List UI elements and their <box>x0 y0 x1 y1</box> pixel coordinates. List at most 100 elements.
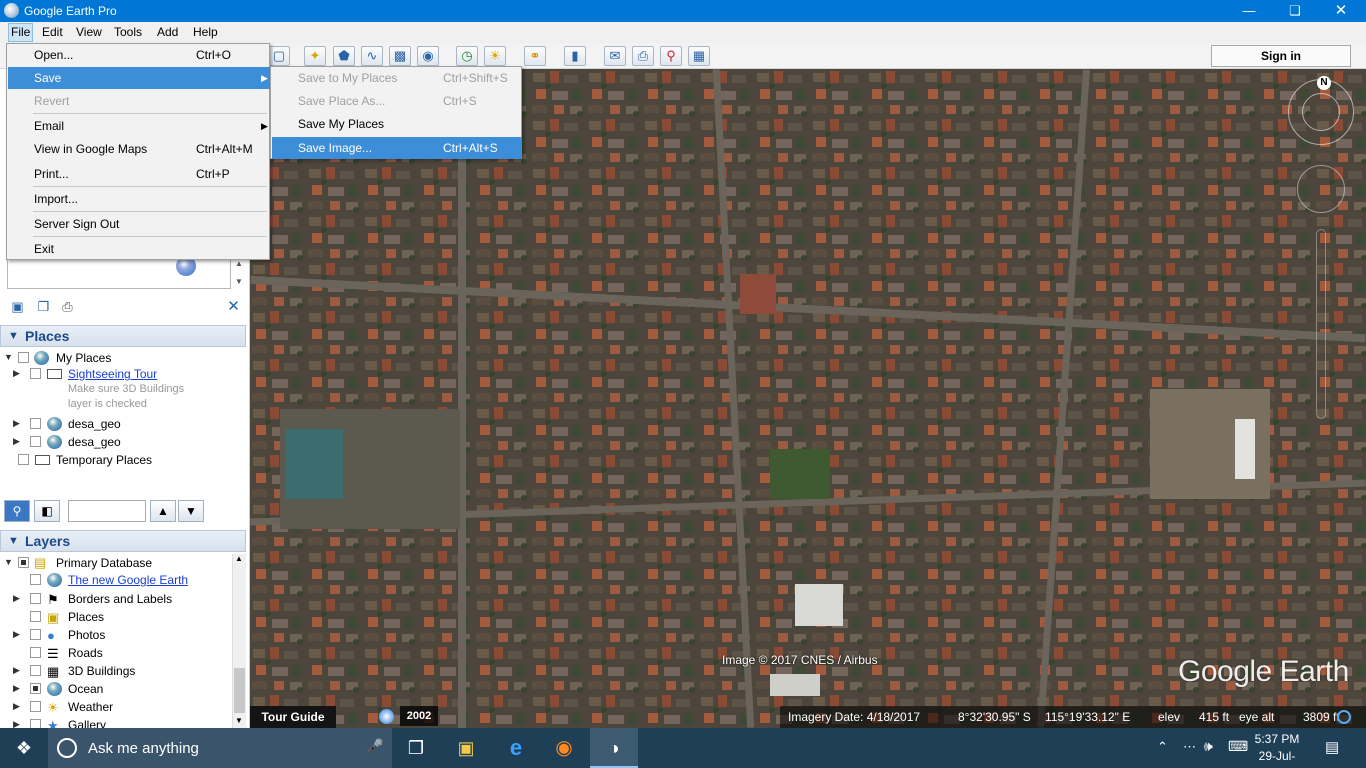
satellite-imagery[interactable] <box>250 69 1366 728</box>
checkbox[interactable] <box>30 574 41 585</box>
compass-north-label[interactable]: N <box>1317 76 1331 90</box>
layers-scrollbar[interactable]: ▲ ▼ <box>232 554 246 728</box>
scroll-down-icon[interactable]: ▼ <box>235 716 243 725</box>
expand-icon[interactable]: ▶ <box>13 683 20 694</box>
taskbar-clock[interactable]: 5:37 PM 29-Jul-17 <box>1252 731 1302 768</box>
expand-icon[interactable]: ▶ <box>13 593 20 604</box>
places-sightseeing-tour[interactable]: ▶ Sightseeing Tour <box>0 366 240 384</box>
close-window-button[interactable]: ✕ <box>1318 0 1364 22</box>
menu-add[interactable]: Add <box>157 25 178 39</box>
look-joystick-icon[interactable] <box>1297 165 1345 213</box>
search-results-box[interactable] <box>7 259 231 289</box>
expand-icon[interactable]: ▶ <box>13 701 20 712</box>
add-placemark-icon[interactable]: ✦ <box>304 46 326 66</box>
menu-item-import[interactable]: Import... <box>8 188 270 210</box>
compass-navigation[interactable]: N <box>1288 76 1354 145</box>
places-filter-input[interactable] <box>68 500 146 522</box>
record-tour-icon[interactable]: ◉ <box>417 46 439 66</box>
keyboard-icon[interactable]: ⌨ <box>1228 738 1248 755</box>
checkbox[interactable] <box>18 454 29 465</box>
microphone-icon[interactable]: 🎤 <box>366 738 383 755</box>
sidebar-toggle-icon[interactable]: ▢ <box>268 46 290 66</box>
imagery-year-badge[interactable]: 2002 <box>400 706 438 726</box>
search-scrollbar[interactable]: ▲ ▼ <box>235 259 245 289</box>
sightseeing-tour-link[interactable]: Sightseeing Tour <box>68 367 157 381</box>
menu-item-save[interactable]: Save ▶ <box>8 67 270 89</box>
firefox-icon[interactable]: ◉ <box>540 728 588 768</box>
sunlight-icon[interactable]: ☀ <box>484 46 506 66</box>
historical-imagery-icon[interactable]: ◷ <box>456 46 478 66</box>
layer-item[interactable]: ▣ Places <box>0 609 230 627</box>
menu-file[interactable]: File <box>8 23 34 42</box>
checkbox[interactable] <box>30 593 41 604</box>
checkbox[interactable] <box>30 629 41 640</box>
menu-item-save-image[interactable]: Save Image... Ctrl+Alt+S <box>272 137 522 159</box>
menu-item-email[interactable]: Email ▶ <box>8 115 270 137</box>
menu-edit[interactable]: Edit <box>42 25 63 39</box>
layer-item[interactable]: The new Google Earth <box>0 572 230 590</box>
expand-icon[interactable]: ▶ <box>13 418 20 429</box>
arrow-up-icon[interactable]: ▲ <box>150 500 176 522</box>
save-image-icon[interactable]: ▦ <box>688 46 710 66</box>
minimize-button[interactable]: — <box>1226 0 1272 22</box>
add-polygon-icon[interactable]: ⬟ <box>333 46 355 66</box>
layer-item[interactable]: ▶ ☀ Weather <box>0 699 230 717</box>
print-icon[interactable]: ⎙ <box>632 46 654 66</box>
collapse-icon[interactable]: ▼ <box>4 557 13 567</box>
collapse-icon[interactable]: ▼ <box>4 352 13 362</box>
layer-item[interactable]: ▼ ▤ Primary Database <box>0 555 230 573</box>
arrow-down-icon[interactable]: ▼ <box>178 500 204 522</box>
windows-start-icon[interactable]: ❖ <box>0 728 48 768</box>
checkbox[interactable] <box>30 368 41 379</box>
map-view[interactable]: N Image © 2017 CNES / Airbus Google Eart… <box>250 69 1366 728</box>
expand-icon[interactable]: ▶ <box>13 629 20 640</box>
checkbox[interactable] <box>30 436 41 447</box>
collapse-triangle-icon[interactable]: ▼ <box>8 531 19 551</box>
layer-item[interactable]: ▶ ⚑ Borders and Labels <box>0 591 230 609</box>
edge-browser-icon[interactable]: e <box>492 728 540 768</box>
restore-button[interactable]: ❏ <box>1272 0 1318 22</box>
google-earth-taskbar-icon[interactable]: ◑ <box>590 728 638 768</box>
menu-help[interactable]: Help <box>193 25 218 39</box>
email-icon[interactable]: ✉ <box>604 46 626 66</box>
checkbox[interactable] <box>30 611 41 622</box>
sign-in-button[interactable]: Sign in <box>1211 45 1351 67</box>
task-view-icon[interactable]: ❐ <box>392 728 440 768</box>
volume-icon[interactable]: 🕪 <box>1204 738 1213 755</box>
layer-item[interactable]: ▶ Ocean <box>0 681 230 699</box>
ruler-icon[interactable]: ▮ <box>564 46 586 66</box>
checkbox[interactable] <box>30 719 41 728</box>
copy-icon[interactable]: ❐ <box>36 300 51 314</box>
places-item[interactable]: ▶ desa_geo <box>0 416 240 434</box>
print-places-icon[interactable]: ⎙ <box>60 300 75 314</box>
add-folder-icon[interactable]: ▣ <box>10 300 25 314</box>
menu-item-print[interactable]: Print... Ctrl+P <box>8 163 270 185</box>
collapse-triangle-icon[interactable]: ▼ <box>8 326 19 346</box>
checkbox[interactable] <box>30 418 41 429</box>
expand-icon[interactable]: ▶ <box>13 368 20 379</box>
historical-imagery-clock-icon[interactable] <box>379 709 394 724</box>
compass-ring-icon[interactable] <box>1302 93 1340 131</box>
scroll-up-icon[interactable]: ▲ <box>235 554 243 563</box>
layer-item[interactable]: ▶ ● Photos <box>0 627 230 645</box>
menu-tools[interactable]: Tools <box>114 25 142 39</box>
file-explorer-icon[interactable]: ▣ <box>442 728 490 768</box>
places-item[interactable]: ▶ desa_geo <box>0 434 240 452</box>
layer-item[interactable]: ▶ ▦ 3D Buildings <box>0 663 230 681</box>
layer-item[interactable]: ☰ Roads <box>0 645 230 663</box>
view-in-google-maps-icon[interactable]: ⚲ <box>660 46 682 66</box>
cortana-search-box[interactable]: Ask me anything 🎤 <box>48 728 392 768</box>
expand-icon[interactable]: ▶ <box>13 436 20 447</box>
menu-item-server-sign-out[interactable]: Server Sign Out <box>8 213 270 235</box>
checkbox[interactable] <box>30 683 41 694</box>
layer-item[interactable]: ▶ ★ Gallery <box>0 717 230 728</box>
checkbox[interactable] <box>30 647 41 658</box>
layers-header[interactable]: ▼ Layers <box>0 530 246 552</box>
menu-item-open[interactable]: Open... Ctrl+O <box>8 44 270 66</box>
search-icon[interactable]: ⚲ <box>4 500 30 522</box>
checkbox[interactable] <box>18 557 29 568</box>
menu-item-save-my-places[interactable]: Save My Places <box>272 113 522 135</box>
panel-toggle-icon[interactable]: ◧ <box>34 500 60 522</box>
places-header[interactable]: ▼ Places <box>0 325 246 347</box>
expand-icon[interactable]: ▶ <box>13 719 20 728</box>
